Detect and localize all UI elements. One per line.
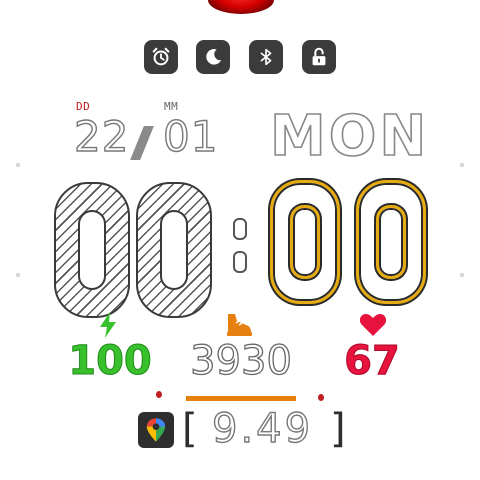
minute-digit-1-counter xyxy=(290,205,320,279)
day-number: 22 xyxy=(73,111,130,161)
weekday: MON xyxy=(269,103,430,170)
bottom-complication-value: 9.49 xyxy=(211,405,314,452)
open-bracket: [ xyxy=(182,406,198,452)
heart-icon xyxy=(359,313,387,337)
bezel-tick xyxy=(460,163,464,167)
hour-digit-1 xyxy=(54,182,130,318)
bluetooth-icon[interactable] xyxy=(249,40,283,74)
month-number: 01 xyxy=(162,111,219,161)
steps-shoe-icon xyxy=(224,311,254,337)
left-indicator-dot xyxy=(156,391,162,398)
right-indicator-dot xyxy=(318,394,324,401)
lock-icon[interactable] xyxy=(302,40,336,74)
alarm-icon[interactable] xyxy=(144,40,178,74)
steps-value: 3930 xyxy=(189,337,292,384)
hour-digit-2 xyxy=(136,182,212,318)
battery-value: 100 xyxy=(68,338,153,385)
hour-digit-1-counter xyxy=(78,210,106,290)
top-indicator-glow xyxy=(208,0,274,14)
minute-digit-2 xyxy=(356,180,426,304)
date-separator-slash xyxy=(130,126,154,160)
colon-dot-bottom xyxy=(233,251,247,273)
minute-digit-2-counter xyxy=(376,205,406,279)
google-maps-icon[interactable] xyxy=(138,412,174,448)
hour-digit-2-counter xyxy=(160,210,188,290)
minute-digit-1 xyxy=(270,180,340,304)
battery-bolt-icon xyxy=(96,311,120,339)
heart-rate-value: 67 xyxy=(344,338,401,385)
moon-icon[interactable] xyxy=(196,40,230,74)
bezel-tick xyxy=(16,273,20,277)
close-bracket: ] xyxy=(330,406,346,452)
colon-dot-top xyxy=(233,218,247,240)
bezel-tick xyxy=(460,273,464,277)
steps-progress-bar xyxy=(186,396,296,401)
bezel-tick xyxy=(16,163,20,167)
